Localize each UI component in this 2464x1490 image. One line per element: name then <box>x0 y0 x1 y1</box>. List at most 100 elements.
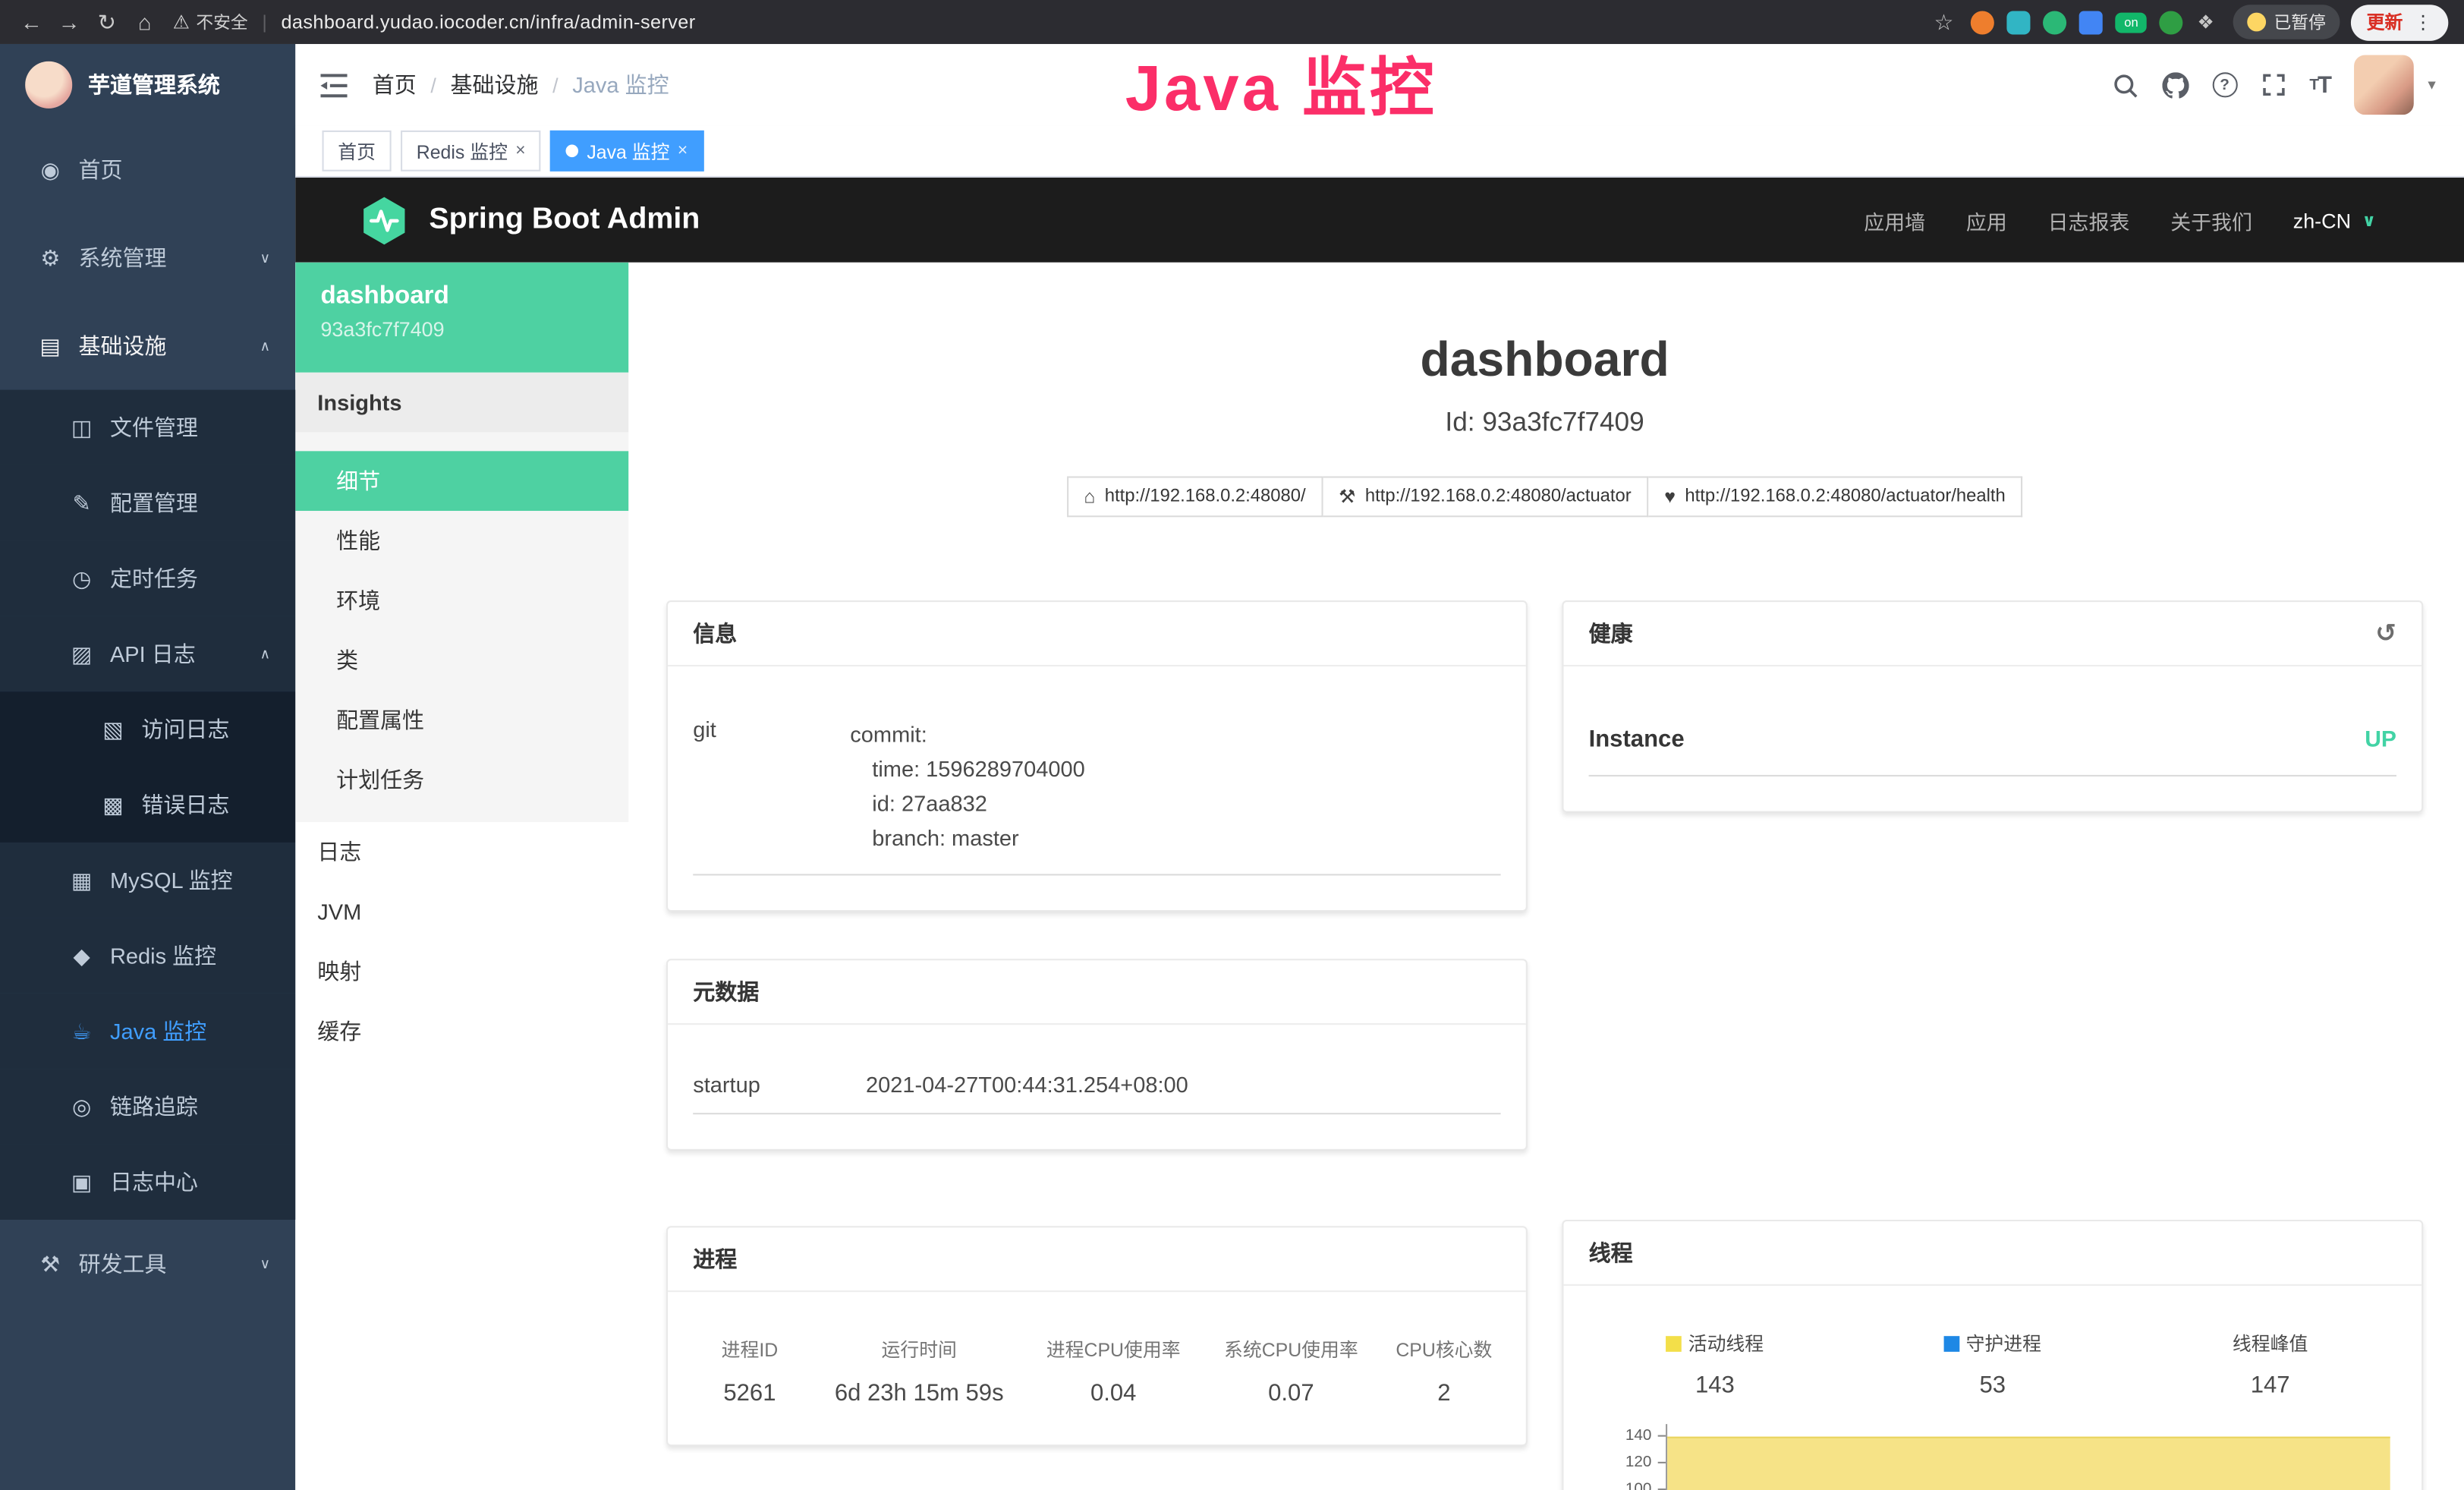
fullscreen-icon[interactable] <box>2261 72 2286 97</box>
sba-insight-list: 细节 性能 环境 类 配置属性 计划任务 <box>295 432 628 822</box>
font-size-icon[interactable]: TT <box>2309 71 2330 98</box>
home-icon: ⌂ <box>1084 486 1095 508</box>
legend-live-threads: 活动线程 143 <box>1576 1330 1854 1399</box>
actuator-url-link[interactable]: ⚒http://192.168.0.2:48080/actuator <box>1323 476 1648 517</box>
sba-locale-select[interactable]: zh-CN∨ <box>2293 208 2376 232</box>
sidebar-item-scheduled-tasks[interactable]: ◷定时任务 <box>0 540 295 616</box>
hamburger-icon[interactable] <box>320 73 347 96</box>
warning-icon: ⚠ <box>173 11 190 33</box>
process-col-header: 系统CPU使用率 <box>1210 1336 1371 1362</box>
process-table: 进程ID5261 运行时间6d 23h 15m 59s 进程CPU使用率0.04… <box>668 1292 1526 1444</box>
sidebar-item-home[interactable]: ◉首页 <box>0 126 295 214</box>
card-title: 信息 <box>693 618 737 649</box>
breadcrumb-home[interactable]: 首页 <box>373 69 417 100</box>
sba-item-scheduled-tasks[interactable]: 计划任务 <box>295 750 628 810</box>
refresh-icon[interactable]: ↻ <box>88 5 126 39</box>
sba-instance-block[interactable]: dashboard 93a3fc7f7409 <box>295 263 628 373</box>
close-icon[interactable]: × <box>678 141 688 160</box>
legend-label: 线程峰值 <box>2233 1330 2308 1356</box>
process-col-header: 进程CPU使用率 <box>1029 1336 1198 1362</box>
extension-icon-fox[interactable] <box>1971 10 1994 33</box>
extension-icon-on-badge[interactable]: on <box>2116 12 2147 33</box>
info-value: commit: time: 1596289704000 id: 27aa832 … <box>850 717 1500 855</box>
bookmark-star-icon[interactable]: ☆ <box>1934 8 1953 35</box>
service-url-link[interactable]: ⌂ http://192.168.0.2:48080/ <box>1067 476 1323 517</box>
sba-item-logs[interactable]: 日志 <box>295 822 628 882</box>
paused-badge[interactable]: 已暂停 <box>2233 5 2340 39</box>
sba-item-classes[interactable]: 类 <box>295 630 628 690</box>
sba-sidebar: dashboard 93a3fc7f7409 Insights 细节 性能 环境… <box>295 263 628 1490</box>
breadcrumb: 首页 / 基础设施 / Java 监控 <box>373 69 669 100</box>
security-indicator[interactable]: ⚠不安全 <box>173 9 248 34</box>
sidebar-item-api-logs[interactable]: ▨API 日志∧ <box>0 616 295 691</box>
sba-logo-icon[interactable] <box>358 194 410 246</box>
health-url-link[interactable]: ♥http://192.168.0.2:48080/actuator/healt… <box>1649 476 2023 517</box>
legend-swatch-yellow <box>1666 1335 1682 1351</box>
chevron-up-icon: ∧ <box>260 645 271 663</box>
sba-item-mappings[interactable]: 映射 <box>295 941 628 1001</box>
sba-item-caches[interactable]: 缓存 <box>295 1001 628 1061</box>
sidebar-item-redis-monitor[interactable]: ◆Redis 监控 <box>0 918 295 993</box>
extension-icon-leaf[interactable] <box>2160 10 2183 33</box>
extension-icon-grid[interactable] <box>2079 10 2103 33</box>
sba-item-performance[interactable]: 性能 <box>295 511 628 571</box>
sba-nav-about[interactable]: 关于我们 <box>2170 205 2252 235</box>
close-icon[interactable]: × <box>515 141 525 160</box>
app-logo[interactable]: 芋道管理系统 <box>0 44 295 126</box>
tab-java-monitor[interactable]: Java 监控× <box>551 131 703 172</box>
sidebar-item-access-logs[interactable]: ▧访问日志 <box>0 691 295 767</box>
help-icon[interactable]: ? <box>2212 72 2237 97</box>
instance-subtitle: Id: 93a3fc7f7409 <box>666 407 2423 438</box>
kebab-menu-icon[interactable]: ⋮ <box>2414 11 2433 33</box>
update-label: 更新 <box>2367 9 2403 34</box>
home-icon[interactable]: ⌂ <box>126 5 164 39</box>
sidebar-item-file-management[interactable]: ◫文件管理 <box>0 390 295 465</box>
sidebar-item-link-tracing[interactable]: ◎链路追踪 <box>0 1069 295 1144</box>
sba-nav-journal[interactable]: 日志报表 <box>2048 205 2130 235</box>
sba-nav-applications[interactable]: 应用 <box>1966 205 2007 235</box>
sba-nav-wallboard[interactable]: 应用墙 <box>1864 205 1925 235</box>
screen: ← → ↻ ⌂ ⚠不安全 | dashboard.yudao.iocoder.c… <box>0 0 2464 1490</box>
search-icon[interactable] <box>2112 71 2138 98</box>
caret-down-icon[interactable]: ▾ <box>2428 76 2435 93</box>
sidebar-item-mysql-monitor[interactable]: ▦MySQL 监控 <box>0 843 295 918</box>
sidebar-item-infrastructure[interactable]: ▤基础设施∧ <box>0 302 295 390</box>
sidebar-item-label: 首页 <box>79 154 123 185</box>
sidebar-item-config-management[interactable]: ✎配置管理 <box>0 465 295 540</box>
sidebar-item-system-management[interactable]: ⚙系统管理∨ <box>0 214 295 302</box>
update-button[interactable]: 更新 ⋮ <box>2351 4 2448 40</box>
breadcrumb-infrastructure[interactable]: 基础设施 <box>451 69 539 100</box>
info-line: time: 1596289704000 <box>850 751 1500 786</box>
forward-icon[interactable]: → <box>50 5 88 39</box>
sidebar-item-label: 错误日志 <box>141 789 229 821</box>
avatar[interactable] <box>2354 55 2414 115</box>
active-dot-icon <box>566 145 579 158</box>
sidebar-item-label: API 日志 <box>110 638 196 669</box>
sba-item-config-props[interactable]: 配置属性 <box>295 690 628 750</box>
github-icon[interactable] <box>2162 71 2189 98</box>
sba-item-jvm[interactable]: JVM <box>295 882 628 942</box>
address-bar[interactable]: ⚠不安全 | dashboard.yudao.iocoder.cn/infra/… <box>173 9 696 34</box>
sba-item-details[interactable]: 细节 <box>295 451 628 511</box>
extension-icon-green[interactable] <box>2044 10 2067 33</box>
sidebar-item-java-monitor[interactable]: ☕Java 监控 <box>0 994 295 1069</box>
sba-brand-title[interactable]: Spring Boot Admin <box>429 203 700 238</box>
process-value: 0.07 <box>1210 1380 1371 1407</box>
extension-icon-drop[interactable] <box>2007 10 2031 33</box>
health-row: Instance UP <box>1589 666 2396 777</box>
metadata-value: 2021-04-27T00:44:31.254+08:00 <box>866 1072 1188 1097</box>
info-key: git <box>693 717 850 855</box>
back-icon[interactable]: ← <box>13 5 51 39</box>
link-url: http://192.168.0.2:48080/ <box>1105 487 1306 506</box>
history-icon[interactable]: ↺ <box>2375 618 2396 649</box>
sidebar-item-error-logs[interactable]: ▩错误日志 <box>0 767 295 843</box>
sidebar-item-dev-tools[interactable]: ⚒研发工具∨ <box>0 1220 295 1308</box>
status-badge: UP <box>2365 728 2396 753</box>
card-title: 元数据 <box>693 976 759 1007</box>
legend-label: 守护进程 <box>1966 1330 2041 1356</box>
extensions-puzzle-icon[interactable]: ❖ <box>2197 11 2214 33</box>
tab-home[interactable]: 首页 <box>323 131 392 172</box>
sidebar-item-log-center[interactable]: ▣日志中心 <box>0 1145 295 1220</box>
tab-redis-monitor[interactable]: Redis 监控× <box>401 131 541 172</box>
sba-item-environment[interactable]: 环境 <box>295 571 628 631</box>
